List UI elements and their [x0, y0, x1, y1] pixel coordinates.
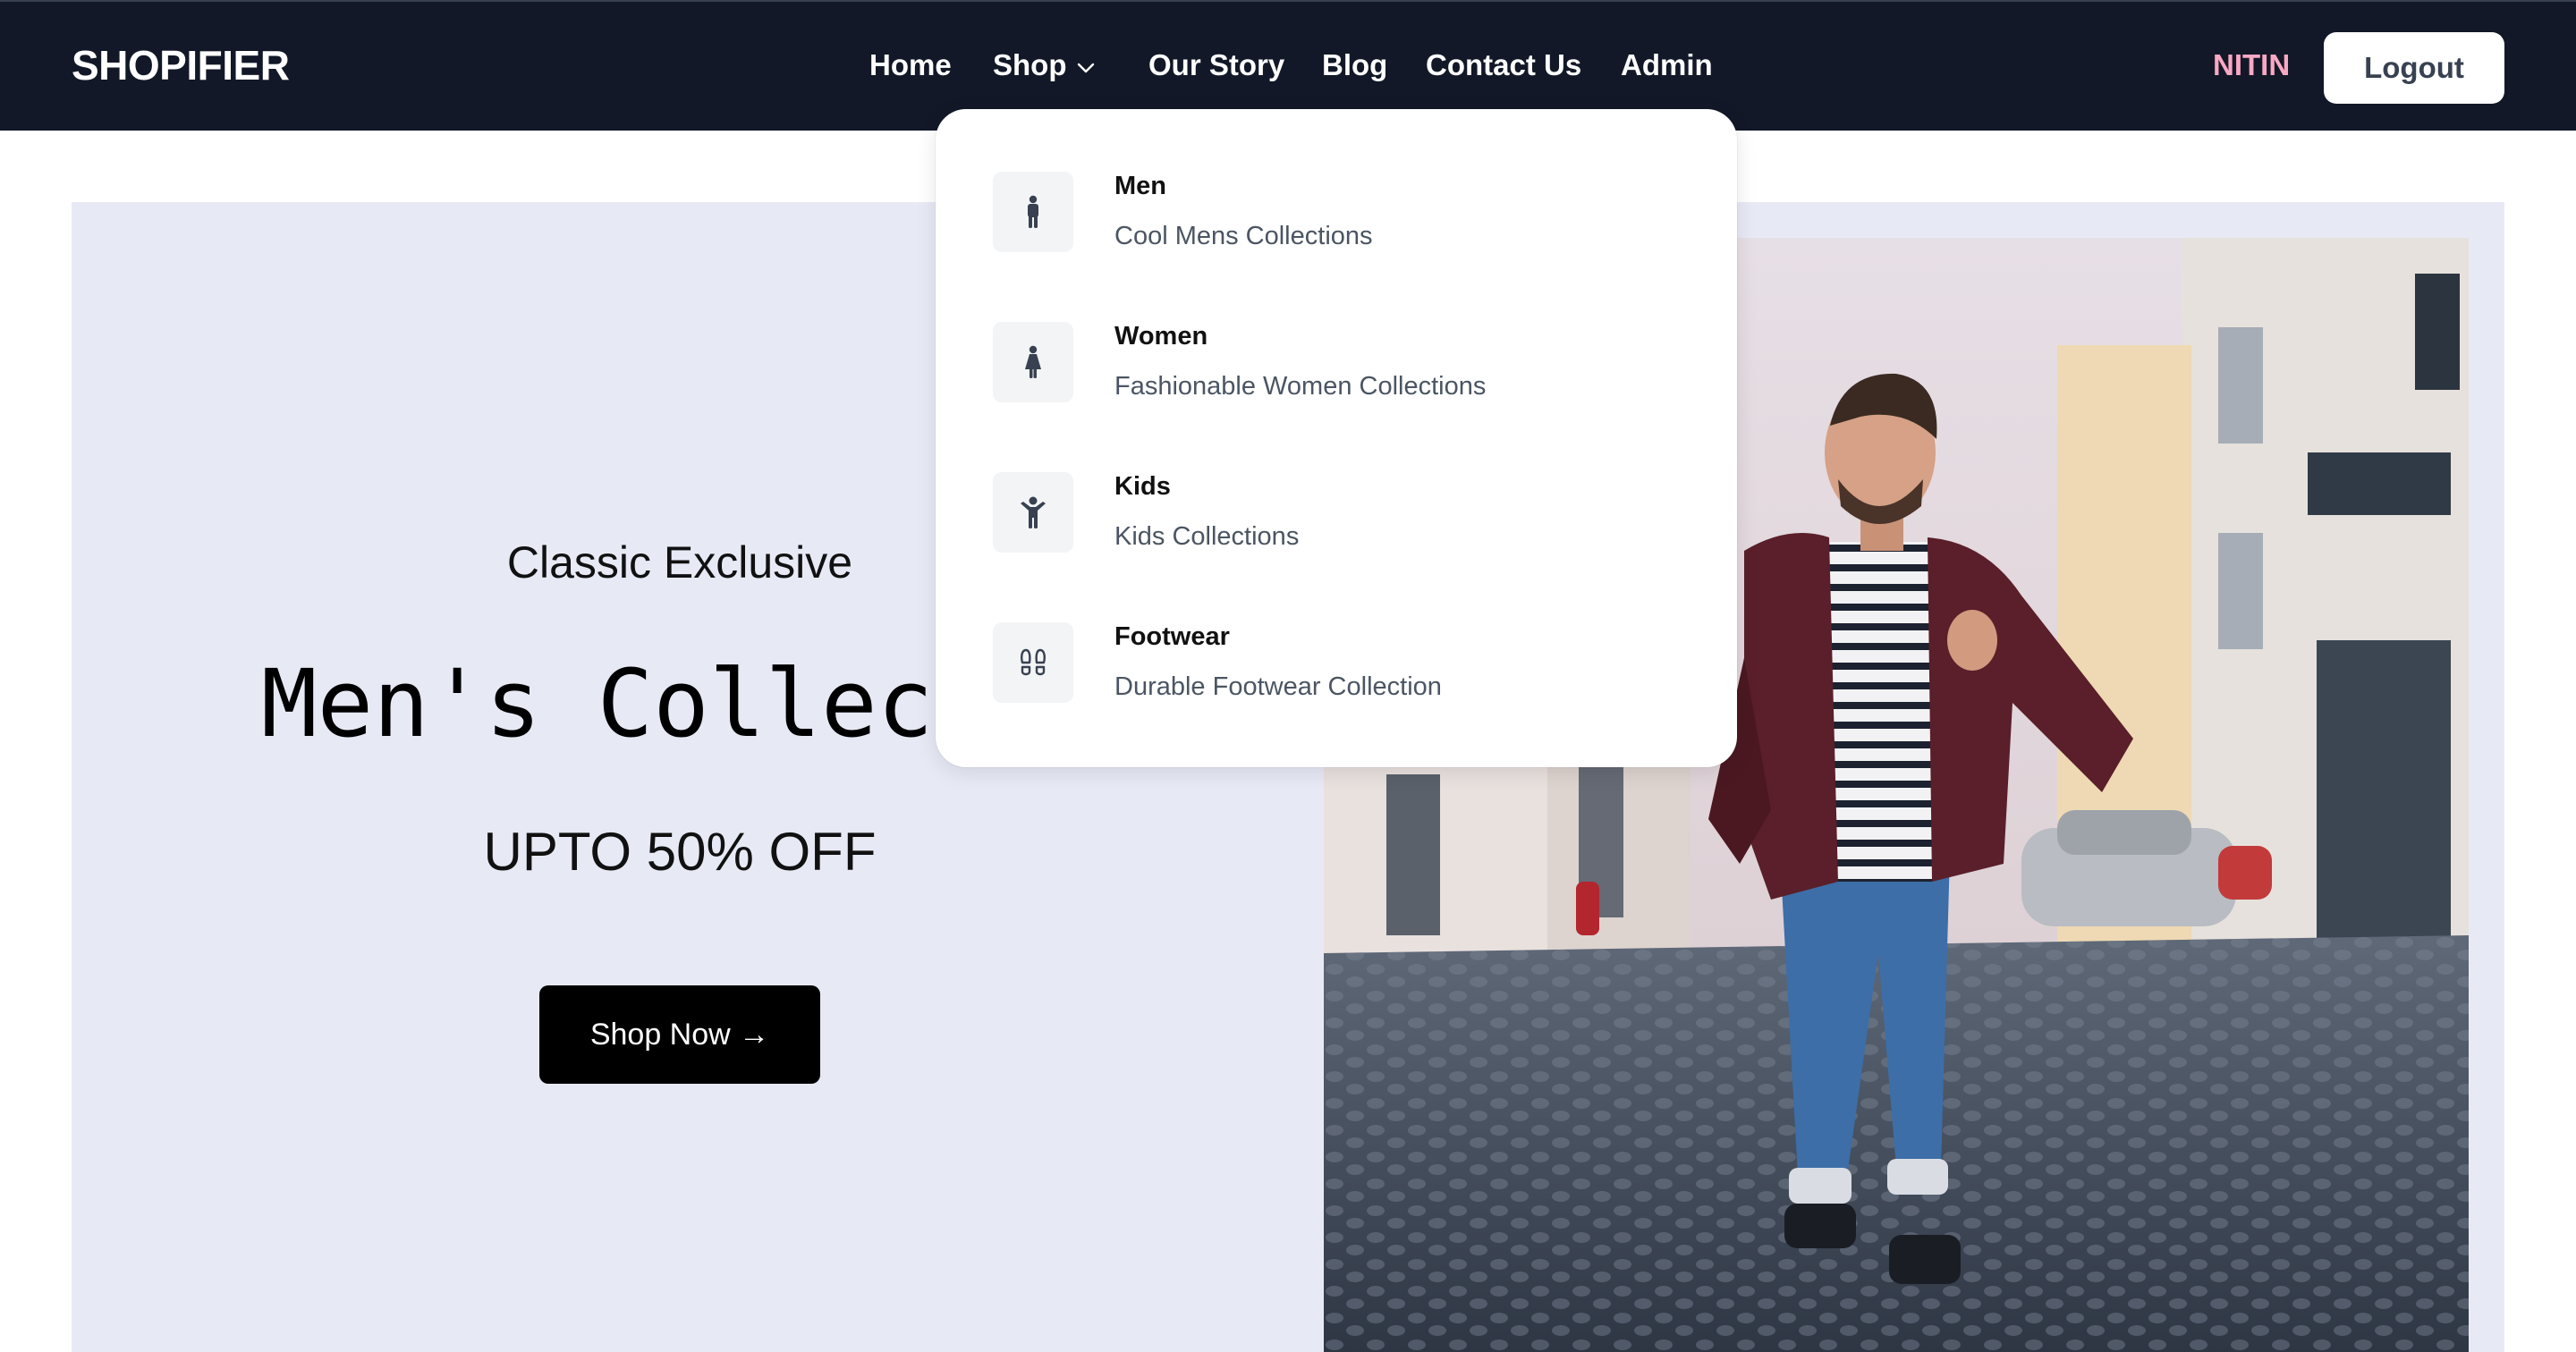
chevron-down-icon[interactable] — [1075, 57, 1097, 79]
dropdown-item-men[interactable]: Men Cool Mens Collections — [993, 172, 1690, 270]
nav-contact-link[interactable]: Contact Us — [1426, 48, 1581, 82]
shop-now-button[interactable]: Shop Now → — [539, 985, 820, 1084]
dropdown-item-description: Durable Footwear Collection — [1114, 672, 1442, 701]
dropdown-item-title: Men — [1114, 172, 1166, 200]
nav-shop-link[interactable]: Shop — [993, 48, 1066, 82]
shop-dropdown-menu: Men Cool Mens Collections Women Fashiona… — [936, 109, 1737, 767]
dropdown-icon-box — [993, 172, 1073, 252]
hero-offer: UPTO 50% OFF — [483, 822, 877, 882]
nav-home-link[interactable]: Home — [869, 48, 952, 82]
dropdown-item-description: Cool Mens Collections — [1114, 222, 1373, 250]
nav-blog-link[interactable]: Blog — [1322, 48, 1387, 82]
dropdown-item-title: Kids — [1114, 472, 1171, 501]
logout-button[interactable]: Logout — [2324, 32, 2504, 104]
man-icon — [1028, 195, 1038, 228]
dropdown-icon-box — [993, 472, 1073, 553]
dropdown-item-description: Fashionable Women Collections — [1114, 372, 1487, 401]
nav-admin-link[interactable]: Admin — [1621, 48, 1713, 82]
user-name[interactable]: NITIN — [2213, 48, 2290, 82]
nav-our-story-link[interactable]: Our Story — [1148, 48, 1284, 82]
brand-logo[interactable]: SHOPIFIER — [72, 41, 290, 89]
dropdown-item-title: Women — [1114, 322, 1208, 351]
footprints-icon — [1021, 648, 1046, 676]
dropdown-item-description: Kids Collections — [1114, 522, 1300, 551]
dropdown-item-title: Footwear — [1114, 622, 1230, 651]
dropdown-item-women[interactable]: Women Fashionable Women Collections — [993, 322, 1690, 420]
dropdown-item-footwear[interactable]: Footwear Durable Footwear Collection — [993, 622, 1690, 721]
dropdown-icon-box — [993, 622, 1073, 703]
child-icon — [1021, 496, 1046, 528]
dropdown-item-kids[interactable]: Kids Kids Collections — [993, 472, 1690, 570]
woman-icon — [1025, 345, 1041, 378]
dropdown-icon-box — [993, 322, 1073, 402]
hero-title: Men's Collect — [261, 649, 989, 758]
